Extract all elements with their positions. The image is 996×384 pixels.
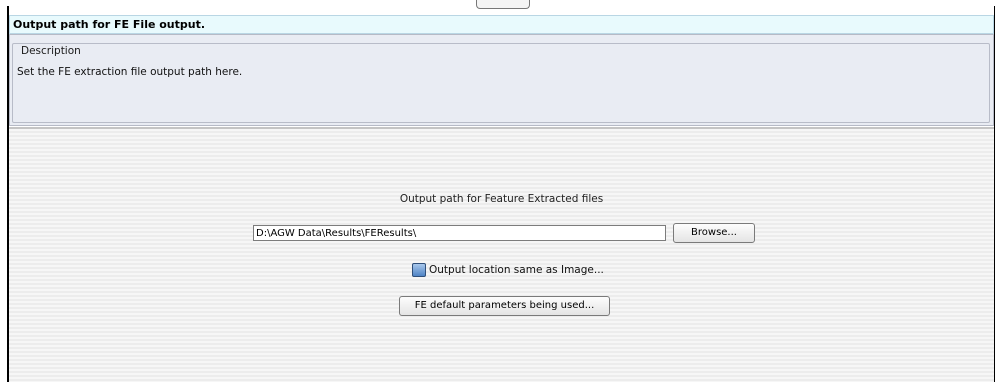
output-path-label: Output path for Feature Extracted files — [399, 193, 604, 205]
page-title: Output path for FE File output. — [9, 15, 994, 34]
settings-panel: Output path for Feature Extracted files … — [9, 129, 994, 382]
collapse-handle[interactable] — [476, 0, 530, 9]
browse-button[interactable]: Browse... — [673, 223, 755, 243]
same-as-image-option[interactable]: Output location same as Image... — [412, 262, 604, 278]
description-group: Description Set the FE extraction file o… — [12, 43, 990, 123]
fe-default-parameters-button[interactable]: FE default parameters being used... — [399, 296, 610, 316]
description-panel: Description Set the FE extraction file o… — [9, 34, 994, 126]
description-legend: Description — [19, 45, 83, 57]
output-path-input[interactable] — [253, 225, 666, 241]
description-text: Set the FE extraction file output path h… — [17, 66, 243, 78]
same-as-image-checkbox[interactable] — [412, 263, 426, 277]
same-as-image-label: Output location same as Image... — [429, 264, 604, 276]
